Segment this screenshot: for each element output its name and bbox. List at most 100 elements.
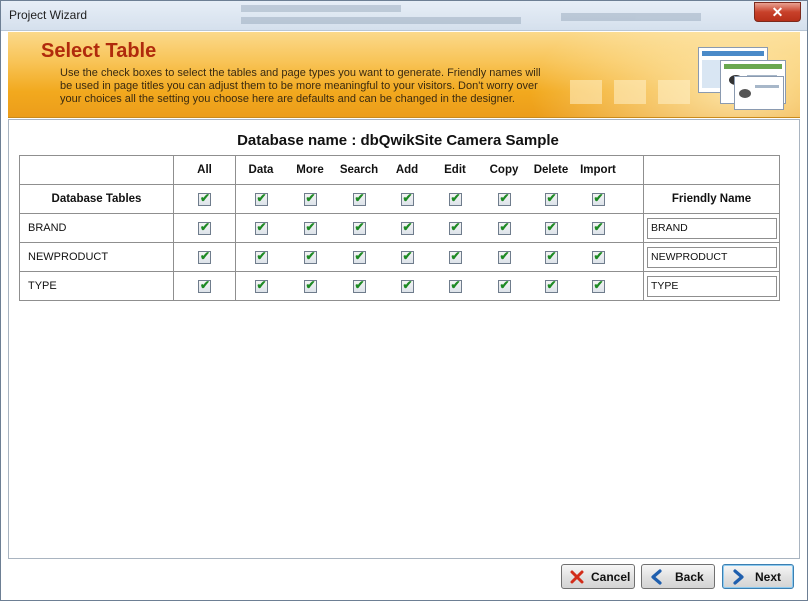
- more-checkbox[interactable]: ✔: [303, 277, 317, 293]
- friendly-empty-cell: [643, 155, 780, 185]
- check-icon: ✔: [499, 219, 510, 234]
- edit-checkbox[interactable]: ✔: [448, 249, 462, 264]
- check-icon: ✔: [450, 277, 461, 292]
- check-icon: ✔: [546, 219, 557, 234]
- check-icon: ✔: [256, 248, 267, 263]
- check-icon: ✔: [402, 190, 413, 205]
- col-header-more: More: [296, 164, 324, 176]
- check-icon: ✔: [354, 219, 365, 234]
- all-edit-checkbox[interactable]: ✔: [448, 190, 462, 206]
- data-checkbox[interactable]: ✔: [254, 277, 268, 293]
- col-header-search: Search: [339, 164, 379, 176]
- more-checkbox[interactable]: ✔: [303, 248, 317, 264]
- check-icon: ✔: [305, 190, 316, 205]
- next-button[interactable]: Next: [722, 564, 794, 589]
- col-header-data: Data: [248, 164, 274, 176]
- add-checkbox[interactable]: ✔: [400, 219, 414, 235]
- all-add-checkbox[interactable]: ✔: [400, 190, 414, 206]
- search-checkbox[interactable]: ✔: [352, 278, 366, 293]
- copy-checkbox[interactable]: ✔: [497, 219, 511, 235]
- table-selection-panel: Database name : dbQwikSite Camera Sample…: [8, 119, 800, 559]
- delete-checkbox[interactable]: ✔: [544, 277, 558, 293]
- all-search-checkbox[interactable]: ✔: [352, 190, 366, 206]
- col-header-add: Add: [395, 164, 419, 176]
- delete-checkbox[interactable]: ✔: [544, 219, 558, 235]
- check-icon: ✔: [499, 190, 510, 205]
- check-icon: ✔: [256, 277, 267, 292]
- edit-checkbox[interactable]: ✔: [448, 220, 462, 235]
- project-wizard-window: Project Wizard ✕ Select Table Use the ch…: [0, 0, 808, 601]
- row-all-checkbox[interactable]: ✔: [198, 219, 211, 235]
- table-row: TYPE ✔ ✔ ✔ ✔ ✔ ✔ ✔ ✔ ✔ TYPE: [19, 271, 780, 301]
- cancel-label: Cancel: [591, 570, 631, 584]
- table-name: NEWPRODUCT: [19, 242, 174, 272]
- add-checkbox[interactable]: ✔: [400, 248, 414, 264]
- next-arrow-icon: [730, 569, 746, 585]
- friendly-name-input[interactable]: NEWPRODUCT: [647, 247, 777, 268]
- friendly-name-header: Friendly Name: [643, 184, 780, 214]
- database-tables-header: Database Tables: [19, 184, 174, 214]
- table-name: TYPE: [19, 271, 174, 301]
- col-header-import: Import: [580, 164, 616, 176]
- page-description: Use the check boxes to select the tables…: [60, 67, 541, 105]
- check-icon: ✔: [546, 277, 557, 292]
- page-types-header-cell: Data More Search Add Edit Copy Delete Im…: [235, 155, 644, 185]
- header-row-labels: All Data More Search Add Edit Copy Delet…: [19, 155, 780, 185]
- data-checkbox[interactable]: ✔: [254, 219, 268, 235]
- data-checkbox[interactable]: ✔: [254, 248, 268, 264]
- check-icon: ✔: [402, 219, 413, 234]
- delete-checkbox[interactable]: ✔: [544, 248, 558, 264]
- table-row: BRAND ✔ ✔ ✔ ✔ ✔ ✔ ✔ ✔ ✔ BRAND: [19, 213, 780, 243]
- all-more-checkbox[interactable]: ✔: [303, 190, 317, 206]
- cancel-button[interactable]: Cancel: [561, 564, 635, 589]
- friendly-name-input[interactable]: BRAND: [647, 218, 777, 239]
- title-bar[interactable]: Project Wizard ✕: [1, 1, 807, 31]
- check-icon: ✔: [450, 190, 461, 205]
- check-icon: ✔: [593, 190, 604, 205]
- edit-checkbox[interactable]: ✔: [448, 277, 462, 293]
- copy-checkbox[interactable]: ✔: [497, 248, 511, 264]
- check-icon: ✔: [305, 248, 316, 263]
- background-window-ghost: [241, 1, 721, 31]
- col-header-edit: Edit: [444, 164, 466, 176]
- import-checkbox[interactable]: ✔: [591, 220, 605, 235]
- check-icon: ✔: [200, 219, 211, 234]
- import-checkbox[interactable]: ✔: [591, 249, 605, 264]
- copy-checkbox[interactable]: ✔: [497, 278, 511, 293]
- row-all-checkbox[interactable]: ✔: [198, 249, 211, 264]
- all-copy-checkbox[interactable]: ✔: [497, 190, 511, 206]
- database-name-label: Database name : dbQwikSite Camera Sample: [237, 132, 559, 149]
- table-row: NEWPRODUCT ✔ ✔ ✔ ✔ ✔ ✔ ✔ ✔ ✔ NEWPRODUCT: [19, 242, 780, 272]
- close-button[interactable]: ✕: [754, 2, 801, 22]
- check-icon: ✔: [354, 190, 365, 205]
- friendly-name-input[interactable]: TYPE: [647, 276, 777, 297]
- all-delete-checkbox[interactable]: ✔: [544, 190, 558, 206]
- check-icon: ✔: [546, 190, 557, 205]
- page-type-header-checks: ✔ ✔ ✔ ✔ ✔ ✔ ✔ ✔: [235, 184, 644, 214]
- check-icon: ✔: [402, 248, 413, 263]
- check-icon: ✔: [256, 219, 267, 234]
- search-checkbox[interactable]: ✔: [352, 248, 366, 264]
- corner-empty-cell: [19, 155, 174, 185]
- window-title: Project Wizard: [9, 8, 88, 22]
- check-icon: ✔: [305, 277, 316, 292]
- all-data-checkbox[interactable]: ✔: [254, 191, 268, 206]
- wizard-button-bar: Cancel Back Next: [1, 564, 808, 594]
- all-import-checkbox[interactable]: ✔: [591, 190, 605, 206]
- row-all-checkbox[interactable]: ✔: [198, 277, 211, 293]
- check-icon: ✔: [499, 248, 510, 263]
- search-checkbox[interactable]: ✔: [352, 219, 366, 235]
- check-icon: ✔: [200, 277, 211, 292]
- back-button[interactable]: Back: [641, 564, 715, 589]
- all-header-cell: ✔: [173, 184, 236, 214]
- table-selection-grid: All Data More Search Add Edit Copy Delet…: [19, 155, 780, 301]
- header-banner: Select Table Use the check boxes to sele…: [8, 32, 800, 118]
- check-icon: ✔: [546, 248, 557, 263]
- table-name: BRAND: [19, 213, 174, 243]
- import-checkbox[interactable]: ✔: [591, 278, 605, 293]
- select-all-checkbox[interactable]: ✔: [198, 191, 211, 206]
- check-icon: ✔: [305, 219, 316, 234]
- check-icon: ✔: [354, 248, 365, 263]
- add-checkbox[interactable]: ✔: [400, 278, 414, 293]
- more-checkbox[interactable]: ✔: [303, 219, 317, 235]
